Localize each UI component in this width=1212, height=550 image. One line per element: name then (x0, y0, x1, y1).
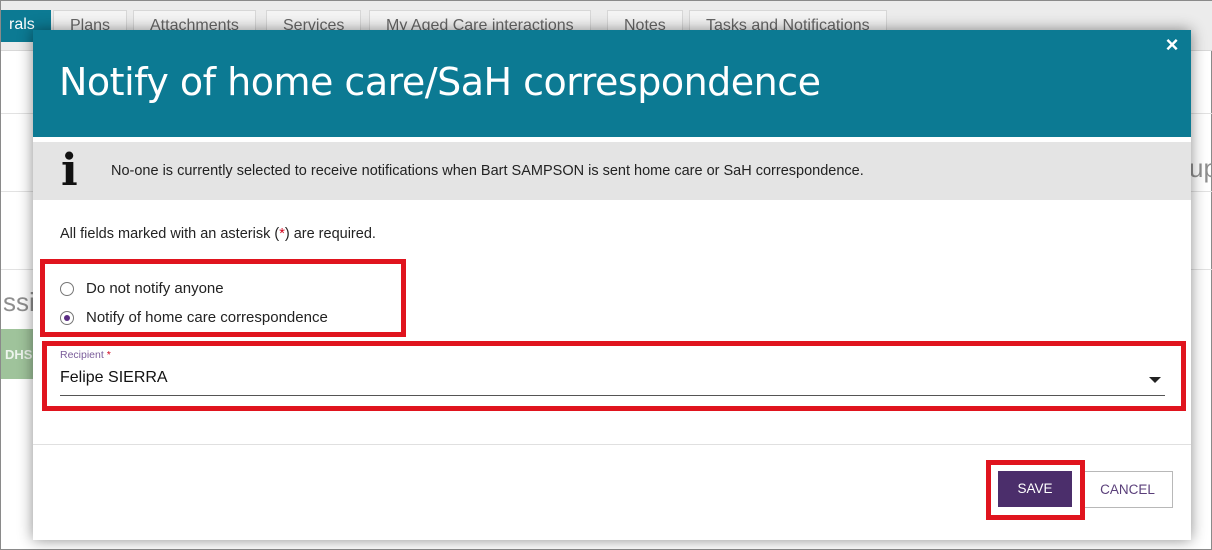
radio-label: Notify of home care correspondence (86, 309, 328, 326)
chevron-down-icon[interactable] (1149, 377, 1161, 383)
radio-button-unchecked[interactable] (60, 282, 74, 296)
dialog-header: Notify of home care/SaH correspondence × (33, 30, 1191, 137)
info-banner: i No-one is currently selected to receiv… (33, 142, 1191, 200)
notify-correspondence-dialog: Notify of home care/SaH correspondence ×… (33, 30, 1191, 540)
radio-label: Do not notify anyone (86, 280, 224, 297)
close-icon[interactable]: × (1161, 34, 1183, 56)
recipient-required-asterisk: * (106, 349, 111, 361)
required-note-prefix: All fields marked with an asterisk ( (60, 226, 280, 242)
background-heading-fragment: ssi (3, 287, 35, 317)
required-note-suffix: ) are required. (284, 226, 376, 242)
recipient-value: Felipe SIERRA (60, 369, 168, 386)
required-fields-note: All fields marked with an asterisk (*) a… (60, 226, 376, 242)
background-heading-fragment: up (1189, 153, 1212, 183)
info-icon: i (61, 145, 78, 196)
save-button[interactable]: SAVE (998, 471, 1072, 507)
cancel-button[interactable]: CANCEL (1082, 471, 1173, 508)
info-message: No-one is currently selected to receive … (111, 163, 864, 179)
recipient-label-text: Recipient (60, 349, 104, 361)
radio-button-checked[interactable] (60, 311, 74, 325)
dialog-title: Notify of home care/SaH correspondence (59, 60, 821, 104)
recipient-select[interactable]: Felipe SIERRA (60, 364, 1165, 396)
recipient-label: Recipient * (60, 349, 111, 361)
footer-divider (33, 444, 1191, 445)
